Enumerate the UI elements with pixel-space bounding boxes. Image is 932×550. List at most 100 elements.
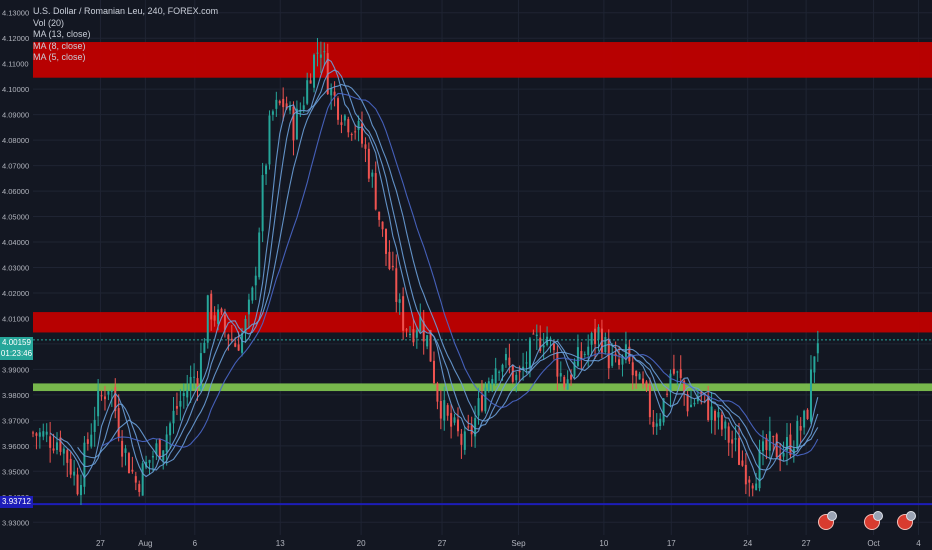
candle-body	[432, 360, 435, 384]
x-tick-label: 6	[193, 539, 198, 548]
candle-body	[45, 431, 48, 435]
candle-body	[412, 329, 415, 343]
candle-body	[453, 417, 456, 423]
candle-body	[415, 330, 418, 338]
candle-body	[618, 359, 621, 365]
economic-event-icon[interactable]	[818, 511, 837, 530]
candle-body	[59, 437, 62, 452]
candle-body	[97, 390, 100, 417]
candle-body	[594, 328, 597, 345]
x-tick-label: 13	[276, 539, 285, 548]
candle-body	[117, 408, 120, 438]
candle-body	[182, 393, 185, 397]
candle-body	[518, 371, 521, 373]
candle-body	[491, 379, 494, 385]
candle-body	[357, 120, 360, 130]
candle-body	[227, 334, 230, 340]
candle-body	[268, 115, 271, 165]
y-tick-label: 4.13000	[2, 9, 29, 18]
economic-event-icon[interactable]	[897, 511, 916, 530]
candle-body	[816, 343, 819, 354]
candle-body	[278, 101, 281, 104]
candle-body	[690, 404, 693, 408]
candle-body	[429, 330, 432, 362]
x-tick-label: Oct	[867, 539, 880, 548]
candle-body	[148, 459, 151, 463]
candle-body	[436, 383, 439, 402]
candle-body	[515, 374, 518, 381]
candle-body	[477, 398, 480, 416]
candle-body	[42, 431, 45, 437]
candle-body	[504, 354, 507, 361]
candlestick-chart[interactable]: 4.13000 4.12000 4.11000 4.10000 4.09000 4.080…	[0, 0, 932, 550]
candle-body	[484, 387, 487, 412]
candle-body	[134, 476, 137, 483]
candle-body	[480, 395, 483, 411]
candle-body	[426, 335, 429, 347]
candle-body	[398, 299, 401, 303]
candle-body	[498, 371, 501, 373]
candle-body	[463, 431, 466, 450]
candle-body	[203, 342, 206, 353]
candle-body	[374, 173, 377, 210]
candle-body	[354, 131, 357, 133]
candle-body	[645, 381, 648, 388]
y-tick-label: 3.93000	[2, 518, 29, 527]
candle-body	[343, 115, 346, 121]
candle-body	[254, 275, 257, 286]
candle-body	[261, 175, 264, 232]
x-tick-label: Aug	[138, 539, 152, 548]
candle-body	[196, 378, 199, 386]
y-tick-label: 4.07000	[2, 162, 29, 171]
candle-body	[590, 333, 593, 345]
candle-body	[686, 394, 689, 412]
y-tick-label: 4.10000	[2, 85, 29, 94]
candle-body	[761, 441, 764, 452]
candle-body	[405, 329, 408, 331]
candle-body	[193, 376, 196, 378]
candle-body	[535, 334, 538, 336]
candle-body	[744, 464, 747, 485]
candle-body	[213, 315, 216, 321]
candle-body	[693, 402, 696, 405]
candle-body	[676, 371, 679, 373]
candle-body	[720, 414, 723, 430]
candle-body	[371, 172, 374, 177]
candle-body	[121, 440, 124, 457]
candle-body	[323, 51, 326, 53]
candle-body	[724, 421, 727, 429]
y-tick-label: 3.96000	[2, 442, 29, 451]
candle-body	[313, 54, 316, 88]
candle-body	[638, 373, 641, 380]
candle-body	[782, 453, 785, 457]
candle-body	[563, 376, 566, 388]
candle-body	[751, 485, 754, 489]
candle-body	[559, 373, 562, 377]
candle-body	[90, 434, 93, 447]
candle-body	[49, 436, 52, 448]
candle-body	[467, 426, 470, 428]
candle-body	[402, 296, 405, 331]
candle-body	[809, 369, 812, 422]
economic-event-icon[interactable]	[864, 511, 883, 530]
candle-body	[583, 354, 586, 356]
candle-body	[367, 148, 370, 179]
candle-body	[131, 469, 134, 472]
candle-body	[597, 327, 600, 340]
candle-body	[755, 483, 758, 491]
candle-body	[576, 347, 579, 366]
candle-body	[319, 54, 322, 58]
y-tick-label: 4.03000	[2, 264, 29, 273]
candle-body	[669, 373, 672, 393]
candle-body	[799, 426, 802, 431]
x-tick-label: 20	[357, 539, 366, 548]
candle-body	[127, 453, 130, 474]
candle-body	[86, 439, 89, 444]
candle-body	[734, 438, 737, 440]
x-tick-label: 10	[599, 539, 608, 548]
candle-body	[35, 433, 38, 436]
candle-body	[258, 232, 261, 278]
candle-body	[659, 418, 662, 426]
candle-body	[151, 455, 154, 458]
chart-legend: U.S. Dollar / Romanian Leu, 240, FOREX.c…	[33, 6, 218, 64]
